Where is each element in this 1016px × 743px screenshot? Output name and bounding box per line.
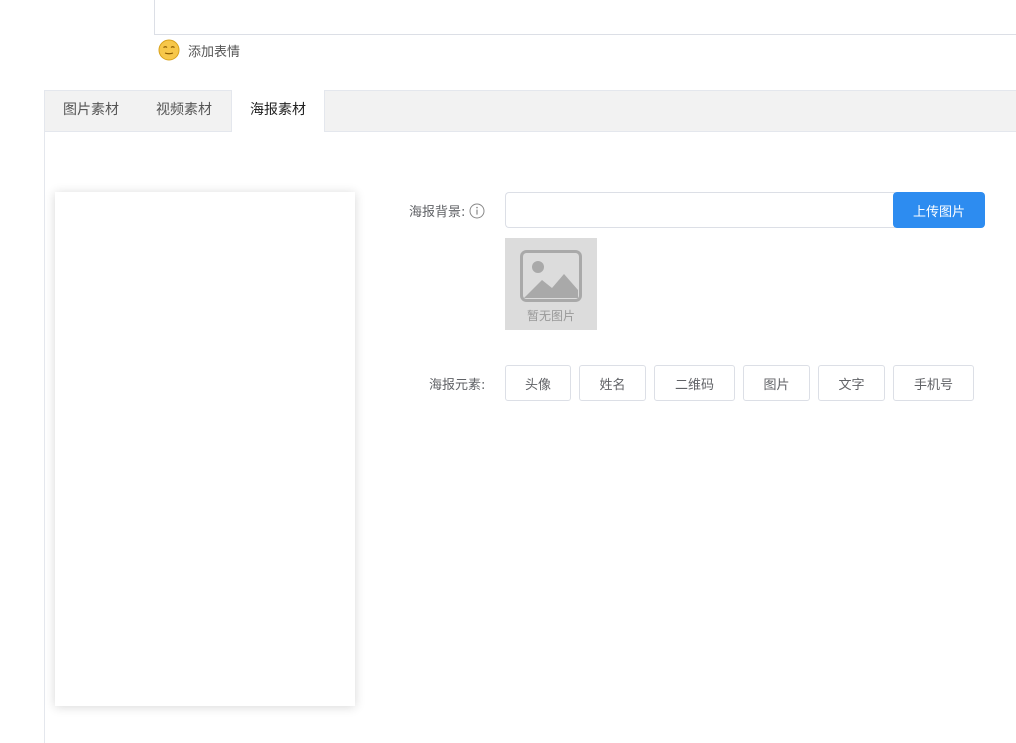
element-image-button[interactable]: 图片 <box>743 365 810 401</box>
poster-elements-buttons: 头像 姓名 二维码 图片 文字 手机号 <box>505 365 974 401</box>
page-root: 添加表情 图片素材 视频素材 海报素材 海报背景: 上传图片 暂无图片 海报元素… <box>0 0 1016 743</box>
poster-elements-label-row: 海报元素: <box>429 374 485 393</box>
element-phone-button[interactable]: 手机号 <box>893 365 974 401</box>
poster-preview-canvas[interactable] <box>55 192 355 706</box>
image-placeholder-icon <box>520 250 582 302</box>
tab-image-material[interactable]: 图片素材 <box>45 90 138 131</box>
tab-poster-material[interactable]: 海报素材 <box>231 90 325 132</box>
add-emoji-button[interactable]: 添加表情 <box>158 38 240 62</box>
upload-image-button[interactable]: 上传图片 <box>893 192 985 228</box>
message-textarea[interactable] <box>154 0 1016 35</box>
info-icon[interactable] <box>469 203 485 219</box>
smiley-face-icon <box>158 39 180 61</box>
poster-background-label-row: 海报背景: <box>409 201 485 220</box>
element-text-button[interactable]: 文字 <box>818 365 885 401</box>
poster-elements-label: 海报元素: <box>429 378 486 393</box>
poster-background-label: 海报背景: <box>409 205 466 220</box>
element-qrcode-button[interactable]: 二维码 <box>654 365 735 401</box>
poster-background-input[interactable] <box>505 192 895 228</box>
add-emoji-label: 添加表情 <box>188 44 241 60</box>
no-image-text: 暂无图片 <box>526 309 575 323</box>
element-avatar-button[interactable]: 头像 <box>505 365 571 401</box>
element-name-button[interactable]: 姓名 <box>579 365 646 401</box>
material-tab-panel: 图片素材 视频素材 海报素材 海报背景: 上传图片 暂无图片 海报元素: 头像 … <box>44 90 1016 743</box>
tab-bar: 图片素材 视频素材 海报素材 <box>45 90 1016 132</box>
tab-video-material[interactable]: 视频素材 <box>138 90 231 131</box>
no-image-placeholder: 暂无图片 <box>505 238 597 330</box>
